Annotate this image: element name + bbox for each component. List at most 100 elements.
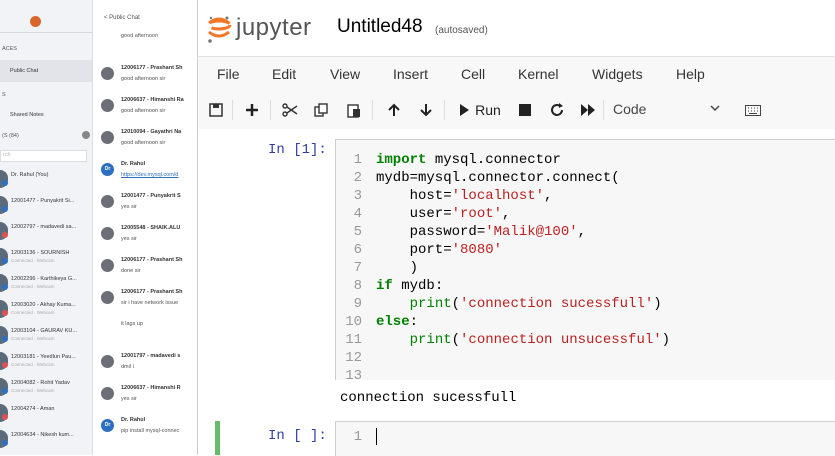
run-button-label: Run	[475, 102, 501, 118]
message-author: 12006637 - Himanshi R	[121, 385, 181, 391]
avatar	[101, 355, 114, 368]
sidebar-topbar	[0, 0, 92, 33]
contact-item[interactable]: Dr. Rahul (You)	[0, 166, 92, 192]
contact-item[interactable]: 12002296 - Karthikeya G... Connected · We…	[0, 270, 92, 296]
jupyter-logo-icon[interactable]	[206, 14, 232, 46]
message-author: 12006177 - Prashant Sh	[121, 257, 183, 263]
notebook-container: In [1]: 1 import mysql.connector 2 mydb=my…	[198, 129, 835, 456]
public-chat-label[interactable]: Public Chat	[10, 68, 38, 74]
message-author: Dr. Rahul	[121, 417, 146, 423]
message-author: 12006177 - Prashant Sh	[121, 289, 183, 295]
contact-status: Connected · Webcam	[11, 310, 55, 315]
cell-2[interactable]: In [ ]: 1	[215, 421, 835, 456]
status-dot	[2, 440, 8, 446]
contact-name: 12003104 - GAURAV KU...	[11, 328, 77, 334]
chevron-down-icon	[710, 105, 720, 112]
shared-notes-item[interactable]: Shared Notes	[10, 112, 44, 118]
message-text: it lags up	[121, 321, 144, 327]
cut-button[interactable]	[280, 98, 300, 122]
menu-view[interactable]: View	[330, 66, 360, 82]
insert-cell-button[interactable]	[242, 98, 262, 122]
contact-item[interactable]: 12004634 - Nikesh kum...	[0, 426, 92, 452]
avatar	[101, 131, 114, 144]
avatar	[101, 259, 114, 272]
move-up-button[interactable]	[384, 98, 404, 122]
contact-status: Connected · Webcam	[11, 284, 55, 289]
command-palette-button[interactable]	[742, 98, 764, 122]
restart-kernel-button[interactable]	[547, 98, 567, 122]
restart-icon	[551, 103, 563, 116]
contact-item[interactable]: 12004082 - Rohit Yadav Connected · Webcam	[0, 374, 92, 400]
message-author: 12010094 - Gayathri Na	[121, 129, 182, 135]
cell-1-prompt: In [1]:	[268, 142, 327, 158]
message-text: good afternoon sir	[121, 76, 166, 82]
message-text: done sir	[121, 268, 141, 274]
contact-item[interactable]: 12003104 - GAURAV KU... Connected · Webca…	[0, 322, 92, 348]
message-author: 12001797 - madavedi s	[121, 353, 181, 359]
cell-2-code-editor[interactable]: 1	[335, 421, 835, 456]
jupyter-logo-text[interactable]: jupyter	[236, 14, 312, 42]
menu-edit[interactable]: Edit	[272, 66, 296, 82]
message-text: yes sir	[121, 396, 137, 402]
chat-message: Dr Dr. Rahul pip install mysql-connec	[93, 414, 197, 454]
contact-item[interactable]: 12001477 - Punyakrit Si...	[0, 192, 92, 218]
cell-1-output: connection sucessfull	[340, 390, 517, 406]
contact-item[interactable]: 12002797 - madavedi sa...	[0, 218, 92, 244]
cell-type-select[interactable]: Code	[608, 97, 726, 121]
contact-status: Connected · Webcam	[11, 388, 55, 393]
message-author: 12001477 - Punyakrit S	[121, 193, 181, 199]
message-text: dmil i	[121, 364, 134, 370]
copy-icon	[314, 103, 328, 117]
status-dot	[2, 310, 8, 316]
keyboard-icon	[745, 104, 761, 116]
message-text[interactable]: https://dev.mysql.com/d	[121, 172, 178, 178]
message-text: good afternoon sir	[121, 140, 166, 146]
copy-button[interactable]	[311, 98, 331, 122]
cell-1-code-editor[interactable]: 1 import mysql.connector 2 mydb=mysql.conn…	[335, 139, 835, 384]
app-logo-icon	[30, 16, 41, 27]
settings-icon[interactable]	[82, 131, 90, 139]
users-header: (S (84)	[2, 133, 19, 139]
avatar	[101, 227, 114, 240]
chat-panel-title[interactable]: < Public Chat	[104, 15, 140, 21]
paste-button[interactable]	[344, 98, 364, 122]
notebook-header: jupyter Untitled48 (autosaved)	[198, 0, 835, 56]
save-button[interactable]	[206, 98, 226, 122]
contact-name: 12004082 - Rohit Yadav	[11, 380, 70, 386]
message-author: Dr. Rahul	[121, 161, 146, 167]
contact-name: 12003020 - Akhay Kuma...	[11, 302, 76, 308]
public-chat-panel: < Public Chat good afternoon 12006177 - P…	[93, 0, 198, 455]
restart-run-all-button[interactable]	[578, 98, 598, 122]
menu-file[interactable]: File	[217, 66, 240, 82]
message-author: 12006637 - Himanshi Ra	[121, 97, 184, 103]
menu-help[interactable]: Help	[676, 66, 705, 82]
chat-sidebar: ACES Public Chat S Shared Notes (S (84) …	[0, 0, 93, 455]
contact-item[interactable]: 12003020 - Akhay Kuma... Connected · Webc…	[0, 296, 92, 322]
menu-kernel[interactable]: Kernel	[518, 66, 558, 82]
status-dot	[2, 206, 8, 212]
status-dot	[2, 388, 8, 394]
avatar: Dr	[101, 419, 114, 432]
cell-type-value: Code	[613, 101, 647, 117]
menu-cell[interactable]: Cell	[461, 66, 485, 82]
menu-widgets[interactable]: Widgets	[592, 66, 643, 82]
move-down-button[interactable]	[416, 98, 436, 122]
contact-name: 12002296 - Karthikeya G...	[11, 276, 77, 282]
notebook-name[interactable]: Untitled48	[337, 16, 423, 38]
play-icon	[460, 104, 470, 116]
save-icon	[209, 103, 223, 117]
message-author: 12005548 - SHAIK.ALU	[121, 225, 181, 231]
contact-item[interactable]: 12003181 - Yeedlun Pau... Connected · Web…	[0, 348, 92, 374]
arrow-down-icon	[420, 104, 432, 117]
message-text: yes sir	[121, 236, 137, 242]
interrupt-kernel-button[interactable]	[515, 98, 535, 122]
run-button[interactable]: Run	[455, 98, 505, 122]
contact-name: 12001477 - Punyakrit Si...	[11, 198, 75, 204]
save-status: (autosaved)	[435, 25, 488, 36]
contact-item[interactable]: 12004274 - Aman	[0, 400, 92, 426]
menu-insert[interactable]: Insert	[393, 66, 428, 82]
contact-name: 12002797 - madavedi sa...	[11, 224, 77, 230]
user-search-input[interactable]	[0, 150, 87, 162]
contact-name: Dr. Rahul (You)	[11, 172, 49, 178]
contact-item[interactable]: 12003136 - SOURNISH Connected · Webcam	[0, 244, 92, 270]
